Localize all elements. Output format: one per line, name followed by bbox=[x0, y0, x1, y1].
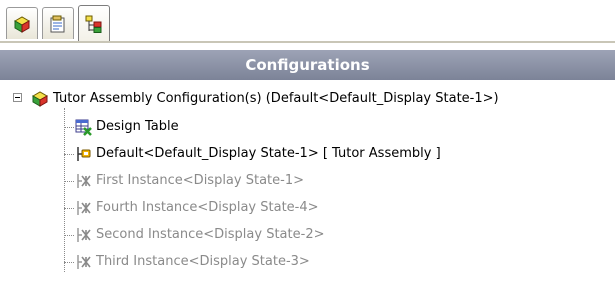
tree-item-label: First Instance<Display State-1> bbox=[96, 173, 304, 188]
feature-manager-icon bbox=[13, 15, 31, 33]
panel-title: Configurations bbox=[245, 56, 370, 74]
tree-root-node[interactable]: Tutor Assembly Configuration(s) (Default… bbox=[0, 88, 615, 110]
config-icon bbox=[77, 255, 91, 269]
tab-configuration-manager[interactable] bbox=[78, 5, 110, 41]
tree-item-label: Default<Default_Display State-1> [ Tutor… bbox=[96, 146, 441, 161]
assembly-config-icon bbox=[31, 91, 49, 107]
active-config-icon bbox=[77, 147, 91, 161]
config-icon bbox=[77, 228, 91, 242]
tree-item-second-instance[interactable]: Second Instance<Display State-2> bbox=[0, 224, 615, 246]
tab-property-manager[interactable] bbox=[42, 7, 74, 39]
tree-item-label: Design Table bbox=[96, 119, 179, 134]
tree-item-label: Fourth Instance<Display State-4> bbox=[96, 200, 319, 215]
tree-item-default-config[interactable]: Default<Default_Display State-1> [ Tutor… bbox=[0, 143, 615, 165]
tree-branch bbox=[64, 127, 74, 128]
tab-bar-divider bbox=[0, 41, 615, 43]
tree-item-label: Third Instance<Display State-3> bbox=[96, 254, 310, 269]
tree-item-first-instance[interactable]: First Instance<Display State-1> bbox=[0, 170, 615, 192]
panel-header: Configurations bbox=[0, 50, 615, 80]
tree-item-design-table[interactable]: Design Table bbox=[0, 116, 615, 138]
tree-branch bbox=[64, 181, 74, 182]
tree-branch bbox=[64, 154, 74, 155]
config-icon bbox=[77, 174, 91, 188]
tab-feature-manager[interactable] bbox=[6, 7, 38, 39]
tree-item-fourth-instance[interactable]: Fourth Instance<Display State-4> bbox=[0, 197, 615, 219]
manager-tab-bar bbox=[0, 0, 615, 44]
design-table-icon bbox=[75, 119, 92, 136]
tree-branch bbox=[64, 208, 74, 209]
tree-branch bbox=[64, 235, 74, 236]
tree-root-label: Tutor Assembly Configuration(s) (Default… bbox=[53, 91, 499, 106]
property-manager-icon bbox=[50, 15, 65, 32]
tree-branch bbox=[64, 262, 74, 263]
collapse-icon[interactable] bbox=[13, 93, 22, 102]
tree-item-third-instance[interactable]: Third Instance<Display State-3> bbox=[0, 251, 615, 273]
configuration-manager-icon bbox=[85, 15, 102, 33]
tree-item-label: Second Instance<Display State-2> bbox=[96, 227, 325, 242]
config-icon bbox=[77, 201, 91, 215]
